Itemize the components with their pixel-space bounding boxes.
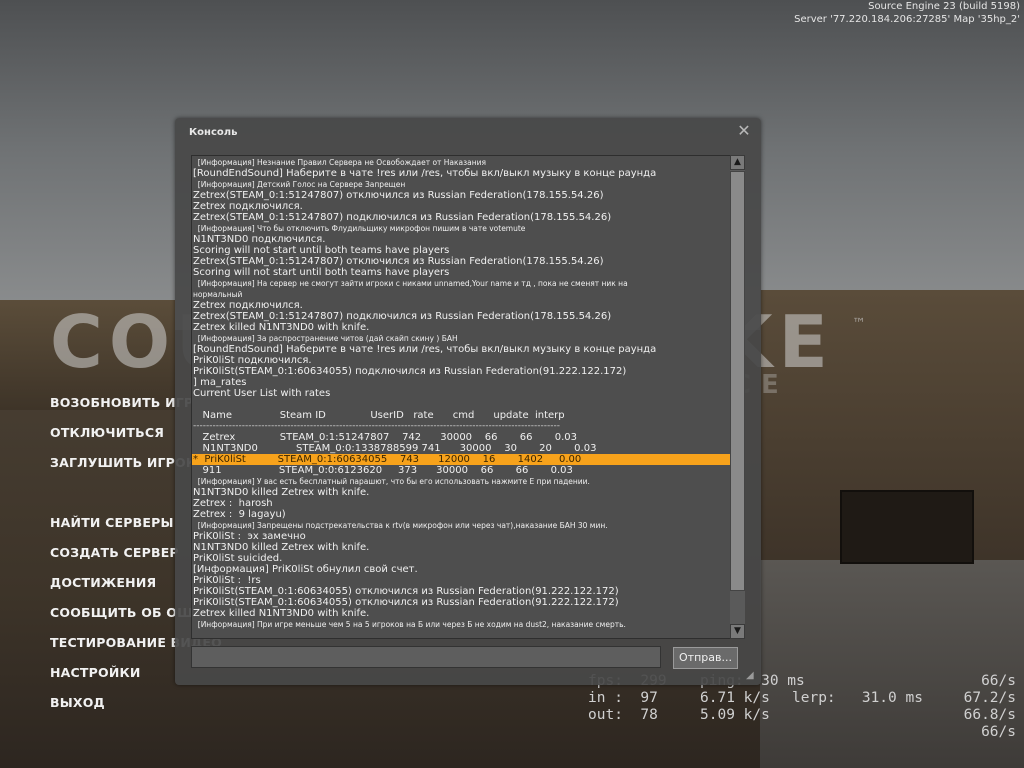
net-rate-2: 67.2/s xyxy=(963,690,1016,706)
console-line: N1NT3ND0 STEAM_0:0:1338788599 741 30000 … xyxy=(193,443,597,454)
menu-find-servers[interactable]: НАЙТИ СЕРВЕРЫ xyxy=(50,515,174,530)
console-line: PriK0liSt : !rs xyxy=(193,575,261,586)
menu-create-server[interactable]: СОЗДАТЬ СЕРВЕР xyxy=(50,545,179,560)
console-line: Scoring will not start until both teams … xyxy=(193,245,450,256)
console-line: Zetrex подключился. xyxy=(193,300,303,311)
console-command-input[interactable] xyxy=(191,646,661,668)
menu-achievements[interactable]: ДОСТИЖЕНИЯ xyxy=(50,575,156,590)
console-log-lines: [Информация] Незнание Правил Сервера не … xyxy=(192,157,730,630)
console-line: PriK0liSt : эх замечно xyxy=(193,531,306,542)
console-title: Консоль xyxy=(189,127,238,138)
submit-button[interactable]: Отправ... xyxy=(673,647,738,669)
console-line: Zetrex(STEAM_0:1:51247807) отключился из… xyxy=(193,256,604,267)
console-line: [Информация] Что бы отключить Флудильщик… xyxy=(193,224,526,233)
console-line: N1NT3ND0 killed Zetrex with knife. xyxy=(193,542,370,553)
engine-info: Source Engine 23 (build 5198) Server '77… xyxy=(794,0,1020,26)
menu-quit[interactable]: ВЫХОД xyxy=(50,695,105,710)
console-line: 911 STEAM_0:0:6123620 373 30000 66 66 0.… xyxy=(193,465,573,476)
console-window[interactable]: Консоль ✕ [Информация] Незнание Правил С… xyxy=(175,118,761,685)
console-line-highlighted: * PriK0liSt STEAM_0:1:60634055 743 12000… xyxy=(192,454,730,465)
net-rate-3: 66.8/s xyxy=(963,707,1016,723)
net-in: in : 97 xyxy=(588,690,658,706)
console-line: PriK0liSt(STEAM_0:1:60634055) подключилс… xyxy=(193,366,627,377)
close-icon[interactable]: ✕ xyxy=(737,123,751,139)
console-line: [Информация] Детский Голос на Сервере За… xyxy=(193,180,406,189)
console-line: Zetrex подключился. xyxy=(193,201,303,212)
net-rate-1: 66/s xyxy=(981,673,1016,689)
console-line: PriK0liSt suicided. xyxy=(193,553,283,564)
console-line: ----------------------------------------… xyxy=(193,421,560,431)
console-line: Zetrex(STEAM_0:1:51247807) подключился и… xyxy=(193,212,612,223)
console-line: N1NT3ND0 killed Zetrex with knife. xyxy=(193,487,370,498)
console-line: Zetrex STEAM_0:1:51247807 742 30000 66 6… xyxy=(193,432,577,443)
menu-options[interactable]: НАСТРОЙКИ xyxy=(50,665,141,680)
net-out-rate: 5.09 k/s xyxy=(700,707,770,723)
console-line: PriK0liSt(STEAM_0:1:60634055) отключился… xyxy=(193,597,619,608)
console-line: [Информация] За распространение читов (д… xyxy=(193,334,458,343)
console-line: ] ma_rates xyxy=(193,377,247,388)
console-line: Zetrex(STEAM_0:1:51247807) подключился и… xyxy=(193,311,612,322)
console-line: PriK0liSt подключился. xyxy=(193,355,312,366)
console-line: [Информация] На сервер не смогут зайти и… xyxy=(193,279,628,288)
console-line: PriK0liSt(STEAM_0:1:60634055) отключился… xyxy=(193,586,619,597)
scroll-down-icon[interactable]: ▼ xyxy=(730,624,745,639)
console-line: Scoring will not start until both teams … xyxy=(193,267,450,278)
console-log[interactable]: [Информация] Незнание Правил Сервера не … xyxy=(191,155,731,639)
menu-disconnect[interactable]: ОТКЛЮЧИТЬСЯ xyxy=(50,425,164,440)
server-info: Server '77.220.184.206:27285' Map '35hp_… xyxy=(794,14,1020,25)
net-out: out: 78 xyxy=(588,707,658,723)
engine-build: Source Engine 23 (build 5198) xyxy=(868,1,1020,12)
console-line: Name Steam ID UserID rate cmd update int… xyxy=(193,410,565,421)
console-line: Current User List with rates xyxy=(193,388,331,399)
console-line: [Информация] Запрещены подстрекательства… xyxy=(193,521,608,530)
console-line: [Информация] У вас есть бесплатный параш… xyxy=(193,477,590,486)
logo-trademark: ™ xyxy=(852,316,866,332)
resize-grip-icon[interactable]: ◢ xyxy=(746,670,758,682)
console-line: Zetrex : harosh xyxy=(193,498,273,509)
crate xyxy=(840,490,974,564)
console-line: N1NT3ND0 подключился. xyxy=(193,234,326,245)
console-line: [Информация] Незнание Правил Сервера не … xyxy=(193,158,487,167)
console-line: [RoundEndSound] Наберите в чате !res или… xyxy=(193,344,657,355)
console-line: Zetrex killed N1NT3ND0 with knife. xyxy=(193,608,370,619)
console-line: Zetrex killed N1NT3ND0 with knife. xyxy=(193,322,370,333)
net-lerp: lerp: 31.0 ms xyxy=(792,690,923,706)
net-in-rate: 6.71 k/s xyxy=(700,690,770,706)
scroll-up-icon[interactable]: ▲ xyxy=(730,155,745,170)
scroll-thumb[interactable] xyxy=(730,171,745,591)
console-line: Zetrex : 9 lagayu) xyxy=(193,509,286,520)
console-line: нормальный xyxy=(193,290,243,299)
console-line: [Информация] PriK0liSt обнулил свой счет… xyxy=(193,564,418,575)
console-line: [RoundEndSound] Наберите в чате !res или… xyxy=(193,168,657,179)
console-scrollbar[interactable]: ▲ ▼ xyxy=(730,155,745,639)
console-line: Zetrex(STEAM_0:1:51247807) отключился из… xyxy=(193,190,604,201)
console-line: [Информация] При игре меньше чем 5 на 5 … xyxy=(193,620,626,629)
net-rate-4: 66/s xyxy=(981,724,1016,740)
